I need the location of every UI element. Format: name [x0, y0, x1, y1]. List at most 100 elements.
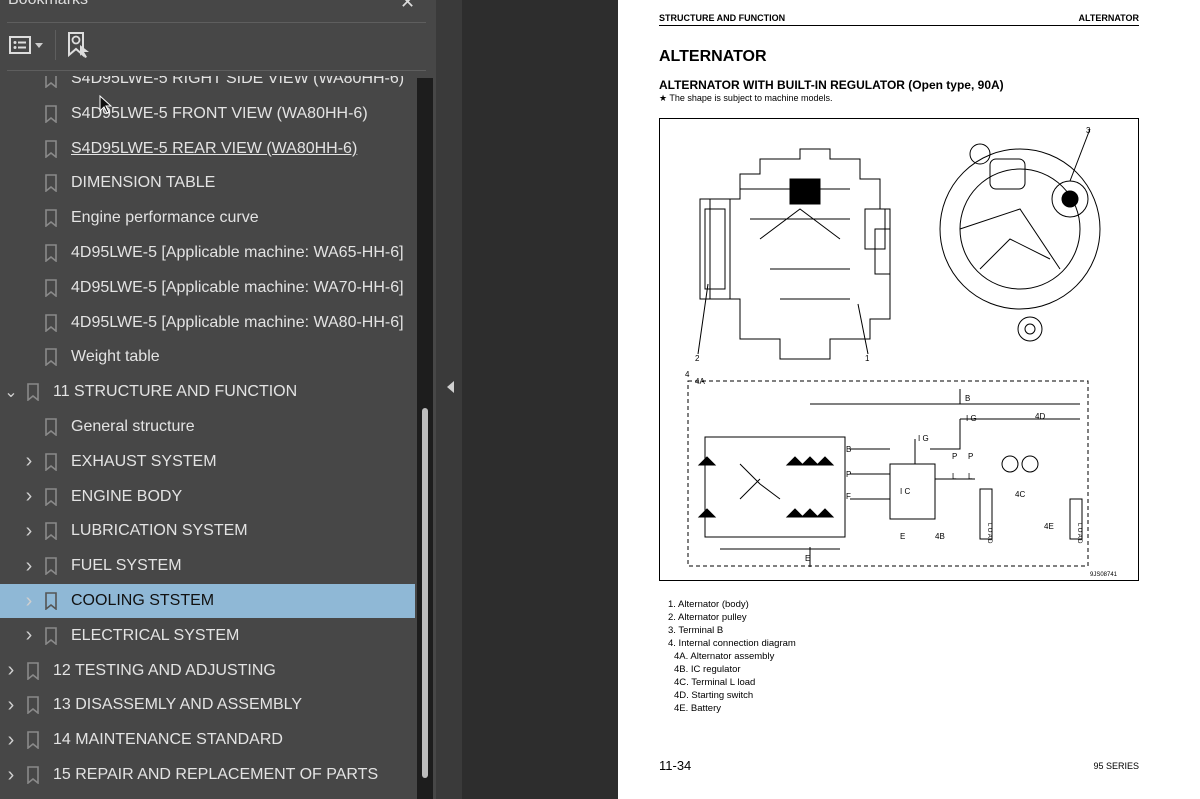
find-current-bookmark-icon[interactable] — [67, 32, 91, 58]
bookmark-label: 4D95LWE-5 [Applicable machine: WA65-HH-6… — [71, 244, 404, 261]
chevron-right-icon[interactable]: › — [22, 485, 36, 507]
svg-text:I C: I C — [900, 487, 910, 496]
bookmark-item[interactable]: Weight table — [0, 340, 415, 374]
bookmark-icon — [45, 418, 57, 436]
bookmark-icon — [45, 139, 57, 158]
bookmark-icon — [45, 557, 57, 576]
chevron-right-icon[interactable]: › — [22, 520, 36, 542]
svg-text:E: E — [805, 554, 810, 563]
bookmark-item[interactable]: Engine performance curve — [0, 201, 415, 235]
chevron-right-icon[interactable]: › — [22, 555, 36, 577]
chevron-right-icon[interactable]: › — [22, 624, 36, 646]
bookmark-item[interactable]: › COOLING STSTEM — [0, 584, 415, 618]
bookmark-item[interactable]: › 13 DISASSEMLY AND ASSEMBLY — [0, 688, 415, 722]
legend-item: 4D. Starting switch — [674, 690, 754, 701]
legend-item: 4C. Terminal L load — [674, 677, 756, 688]
legend-item: 1. Alternator (body) — [668, 599, 749, 610]
bookmark-icon — [45, 244, 57, 262]
legend-item: 3. Terminal B — [668, 625, 724, 636]
legend-item: 2. Alternator pulley — [668, 612, 747, 623]
options-menu-button[interactable] — [9, 34, 43, 56]
bookmark-item[interactable]: S4D95LWE-5 RIGHT SIDE VIEW (WA80HH-6) — [0, 76, 415, 96]
bookmark-label: S4D95LWE-5 RIGHT SIDE VIEW (WA80HH-6) — [71, 76, 405, 87]
bookmark-item[interactable]: ⌄ 11 STRUCTURE AND FUNCTION — [0, 375, 415, 409]
svg-text:L: L — [952, 472, 957, 481]
chevron-down-icon[interactable]: ⌄ — [4, 384, 18, 401]
bookmark-item[interactable]: › FUEL SYSTEM — [0, 549, 415, 583]
svg-text:P: P — [968, 452, 973, 461]
bookmark-item[interactable]: 4D95LWE-5 [Applicable machine: WA70-HH-6… — [0, 271, 415, 305]
scrollbar-thumb[interactable] — [422, 408, 428, 778]
bookmark-icon — [45, 104, 57, 123]
bookmark-icon — [45, 592, 57, 610]
bookmark-item[interactable]: › 12 TESTING AND ADJUSTING — [0, 654, 415, 688]
bookmark-icon — [45, 522, 57, 541]
chevron-right-icon[interactable]: › — [4, 659, 18, 681]
bookmark-item[interactable]: › 14 MAINTENANCE STANDARD — [0, 723, 415, 757]
page-note: ★ The shape is subject to machine models… — [659, 93, 833, 103]
close-icon[interactable]: ✕ — [400, 0, 415, 13]
figure-legend: 1. Alternator (body) 2. Alternator pulley… — [668, 598, 796, 715]
svg-text:B: B — [846, 445, 851, 454]
bookmark-icon — [45, 313, 57, 332]
page-title: ALTERNATOR — [659, 48, 767, 65]
bookmark-label: EXHAUST SYSTEM — [71, 452, 217, 470]
bookmark-icon — [27, 383, 39, 402]
bookmark-label: 15 REPAIR AND REPLACEMENT OF PARTS — [53, 766, 379, 783]
list-options-icon — [9, 36, 31, 54]
bookmark-item[interactable]: › EXHAUST SYSTEM — [0, 445, 415, 479]
bookmark-label: S4D95LWE-5 REAR VIEW (WA80HH-6) — [71, 139, 358, 157]
figure-code: 9JS08741 — [1090, 572, 1118, 578]
bookmark-label: Weight table — [71, 348, 160, 366]
callout-4d: 4D — [1035, 412, 1045, 421]
bookmark-item[interactable]: General structure — [0, 410, 415, 444]
bookmark-item[interactable]: › LUBRICATION SYSTEM — [0, 514, 415, 548]
callout-4c: 4C — [1015, 490, 1025, 499]
bookmark-item[interactable]: › ELECTRICAL SYSTEM — [0, 619, 415, 653]
bookmark-item[interactable]: S4D95LWE-5 REAR VIEW (WA80HH-6) — [0, 132, 415, 166]
panel-title: Bookmarks — [8, 0, 88, 9]
bookmark-label: COOLING STSTEM — [71, 592, 215, 609]
bookmark-label: 4D95LWE-5 [Applicable machine: WA70-HH-6… — [71, 278, 404, 296]
divider — [7, 22, 426, 23]
bookmark-icon — [45, 76, 57, 88]
bookmark-item[interactable]: 4D95LWE-5 [Applicable machine: WA65-HH-6… — [0, 236, 415, 270]
bookmark-icon — [45, 626, 57, 645]
running-header-right: ALTERNATOR — [1078, 13, 1140, 23]
bookmark-item[interactable]: › 15 REPAIR AND REPLACEMENT OF PARTS — [0, 758, 415, 792]
bookmark-item[interactable]: › ENGINE BODY — [0, 480, 415, 514]
svg-text:P: P — [846, 470, 851, 479]
bookmark-icon — [27, 661, 39, 680]
chevron-right-icon[interactable]: › — [4, 694, 18, 716]
collapse-panel-arrow-icon[interactable] — [447, 381, 454, 393]
bookmark-label: Engine performance curve — [71, 209, 259, 227]
bookmark-icon — [27, 731, 39, 750]
chevron-right-icon[interactable]: › — [22, 590, 36, 612]
page-subtitle: ALTERNATOR WITH BUILT-IN REGULATOR (Open… — [659, 78, 1004, 92]
bookmark-label: ENGINE BODY — [71, 487, 183, 505]
bookmark-label: DIMENSION TABLE — [71, 174, 216, 192]
bookmark-tree: S4D95LWE-5 RIGHT SIDE VIEW (WA80HH-6) S4D… — [0, 76, 415, 799]
chevron-right-icon[interactable]: › — [4, 764, 18, 786]
bookmark-item[interactable]: DIMENSION TABLE — [0, 166, 415, 200]
bookmark-label: 4D95LWE-5 [Applicable machine: WA80-HH-6… — [71, 313, 404, 331]
legend-item: 4B. IC regulator — [674, 664, 741, 675]
connection-diagram: I C B I G B P F I G P L P L E E L O A D … — [687, 380, 1089, 567]
svg-text:E: E — [900, 532, 905, 541]
series-label: 95 SERIES — [1093, 761, 1139, 771]
callout-2: 2 — [695, 354, 700, 363]
svg-text:B: B — [965, 394, 970, 403]
bookmark-icon — [45, 209, 57, 228]
chevron-right-icon[interactable]: › — [4, 729, 18, 751]
alternator-rear-view — [939, 128, 1101, 342]
bookmark-icon — [45, 487, 57, 506]
chevron-right-icon[interactable]: › — [22, 450, 36, 472]
panel-splitter[interactable] — [436, 0, 462, 799]
bookmark-item[interactable]: S4D95LWE-5 FRONT VIEW (WA80HH-6) — [0, 97, 415, 131]
chevron-down-icon — [35, 42, 43, 48]
svg-text:L: L — [968, 472, 973, 481]
bookmark-item[interactable]: 4D95LWE-5 [Applicable machine: WA80-HH-6… — [0, 306, 415, 340]
legend-item: 4E. Battery — [674, 703, 721, 714]
bookmarks-panel: Bookmarks ✕ S4D95LWE-5 RIGHT SIDE VIEW (… — [0, 0, 436, 799]
svg-text:P: P — [952, 452, 957, 461]
